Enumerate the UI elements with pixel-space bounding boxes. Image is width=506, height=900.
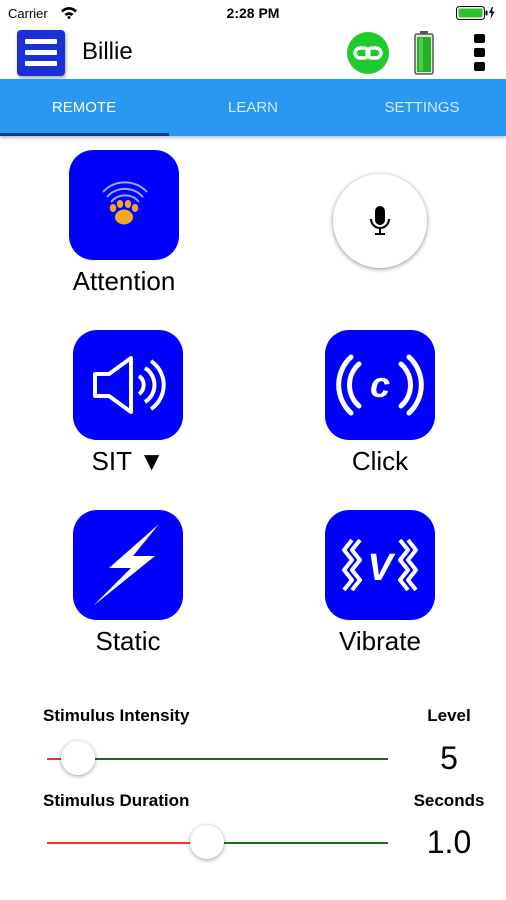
static-button[interactable] <box>73 510 183 620</box>
duration-slider-max-track <box>207 842 388 844</box>
microphone-icon <box>370 206 390 235</box>
attention-button[interactable] <box>69 150 179 260</box>
tab-learn[interactable]: LEARN <box>169 79 337 136</box>
device-name: Billie <box>82 38 133 65</box>
speaker-icon <box>93 356 166 414</box>
intensity-slider-max-track <box>78 758 388 760</box>
connection-button[interactable] <box>347 32 389 74</box>
duration-title: Stimulus Duration <box>43 791 190 810</box>
status-battery-icon <box>456 6 496 25</box>
tab-indicator <box>0 133 169 136</box>
sit-command[interactable]: SIT ▼ <box>28 330 228 477</box>
click-label: Click <box>351 446 409 476</box>
duration-value: 1.0 <box>426 824 472 860</box>
menu-icon-bar <box>25 61 57 66</box>
status-bar: Carrier 2:28 PM <box>0 0 506 28</box>
click-icon: c <box>336 354 424 416</box>
menu-icon <box>25 39 57 44</box>
attention-command[interactable]: Attention <box>24 150 224 297</box>
vibrate-button[interactable]: V <box>325 510 435 620</box>
vibrate-label: Vibrate <box>339 626 421 656</box>
duration-slider-thumb[interactable] <box>190 825 224 859</box>
sit-label[interactable]: SIT ▼ <box>28 446 228 477</box>
clock: 2:28 PM <box>226 5 280 21</box>
duration-unit-label: Seconds <box>413 791 485 810</box>
microphone-button[interactable] <box>333 174 427 268</box>
tab-remote[interactable]: REMOTE <box>0 79 168 136</box>
svg-text:V: V <box>367 547 395 589</box>
app-header: Billie <box>0 28 506 78</box>
more-icon <box>474 34 485 43</box>
more-options-button[interactable] <box>470 32 490 74</box>
vibrate-icon: V <box>342 538 418 592</box>
intensity-slider-thumb[interactable] <box>61 741 95 775</box>
intensity-value: 5 <box>440 740 458 776</box>
intensity-title: Stimulus Intensity <box>43 706 190 725</box>
menu-button[interactable] <box>17 30 65 76</box>
duration-slider[interactable] <box>47 825 388 859</box>
duration-slider-min-track <box>47 842 207 844</box>
svg-text:c: c <box>370 364 390 405</box>
static-command[interactable]: Static <box>28 510 228 657</box>
tab-bar: REMOTE LEARN SETTINGS <box>0 79 506 136</box>
menu-icon-bar <box>25 50 57 55</box>
click-button[interactable]: c <box>325 330 435 440</box>
vibrate-command[interactable]: V Vibrate <box>280 510 480 657</box>
intensity-unit-label: Level <box>427 706 471 725</box>
collar-battery-icon <box>413 30 435 81</box>
sit-button[interactable] <box>73 330 183 440</box>
tab-settings[interactable]: SETTINGS <box>338 79 506 136</box>
attention-label: Attention <box>72 266 176 296</box>
intensity-slider[interactable] <box>47 741 388 775</box>
link-icon <box>353 46 383 60</box>
more-icon-dot <box>474 62 485 71</box>
static-label: Static <box>95 626 161 656</box>
paw-signal-icon <box>102 181 148 225</box>
more-icon-dot <box>474 48 485 57</box>
lightning-icon <box>93 524 159 606</box>
click-command[interactable]: c Click <box>280 330 480 477</box>
